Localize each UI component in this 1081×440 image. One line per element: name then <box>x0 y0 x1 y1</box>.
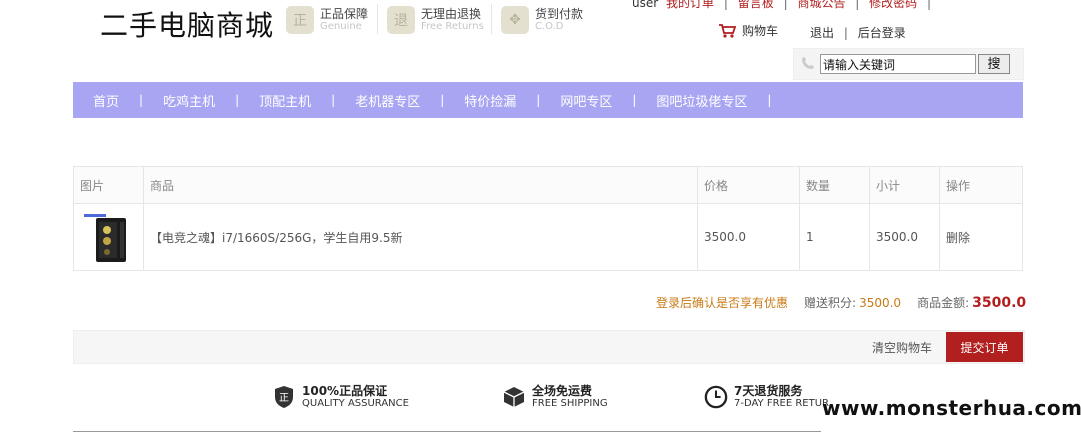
main-nav: 首页 | 吃鸡主机 | 顶配主机 | 老机器专区 | 特价捡漏 | 网吧专区 |… <box>73 82 1023 118</box>
column-header-subtotal: 小计 <box>869 166 940 204</box>
nav-item-bargains[interactable]: 特价捡漏 <box>444 91 536 110</box>
nav-item-home[interactable]: 首页 <box>73 91 139 110</box>
submit-order-button[interactable]: 提交订单 <box>946 332 1023 362</box>
separator: | <box>783 0 788 10</box>
feature-subtitle: FREE SHIPPING <box>532 398 608 409</box>
separator: | <box>843 26 848 40</box>
announcement-link[interactable]: 商城公告 <box>797 0 845 10</box>
top-links: user 我的订单 | 留言板 | 商城公告 | 修改密码 | <box>632 0 937 11</box>
badge-title: 无理由退换 <box>421 7 482 21</box>
feature-title: 100%正品保证 <box>302 384 388 398</box>
change-password-link[interactable]: 修改密码 <box>869 0 917 10</box>
cart-icon <box>719 23 736 38</box>
nav-item-budget[interactable]: 图吧垃圾佬专区 <box>636 91 767 110</box>
column-header-price: 价格 <box>697 166 800 204</box>
badge-subtitle: C.O.D <box>535 21 564 32</box>
feature-returns: 7天退货服务 7-DAY FREE RETUR <box>704 384 829 410</box>
clear-cart-button[interactable]: 清空购物车 <box>872 339 932 356</box>
username: user <box>632 0 659 10</box>
footer-divider <box>73 431 821 432</box>
logout-link[interactable]: 退出 <box>810 26 834 40</box>
login-discount-hint[interactable]: 登录后确认是否享有优惠 <box>656 294 788 311</box>
product-subtotal: 3500.0 <box>869 203 940 271</box>
feature-quality: 正 100%正品保证 QUALITY ASSURANCE <box>272 384 409 410</box>
my-orders-link[interactable]: 我的订单 <box>666 0 714 10</box>
message-board-link[interactable]: 留言板 <box>738 0 774 10</box>
site-logo[interactable]: 二手电脑商城 <box>100 4 274 44</box>
returns-icon: 退 <box>387 6 415 34</box>
cod-icon: ✥ <box>501 6 529 34</box>
nav-item-gaming-pc[interactable]: 吃鸡主机 <box>143 91 235 110</box>
clock-icon <box>704 385 728 409</box>
cart-table: 图片 商品 价格 数量 小计 操作 【电竞之魂】i7/1660S/256G，学生… <box>73 166 1023 271</box>
points-label: 赠送积分: <box>804 296 857 310</box>
column-header-action: 操作 <box>939 166 1023 204</box>
nav-item-top-pc[interactable]: 顶配主机 <box>239 91 331 110</box>
box-icon <box>502 385 526 409</box>
feature-subtitle: QUALITY ASSURANCE <box>302 398 409 409</box>
feature-title: 全场免运费 <box>532 384 593 398</box>
column-header-product: 商品 <box>143 166 698 204</box>
total-value: 3500.0 <box>972 295 1027 311</box>
table-header-row: 图片 商品 价格 数量 小计 操作 <box>73 166 1023 204</box>
shield-icon: 正 <box>272 385 296 409</box>
nav-item-old-machines[interactable]: 老机器专区 <box>335 91 440 110</box>
table-row: 【电竞之魂】i7/1660S/256G，学生自用9.5新 3500.0 1 35… <box>73 203 1023 271</box>
product-image[interactable] <box>80 210 134 264</box>
order-summary: 登录后确认是否享有优惠 赠送积分: 3500.0 商品金额: 3500.0 <box>656 294 1026 311</box>
product-price: 3500.0 <box>697 203 800 271</box>
nav-item-netcafe[interactable]: 网吧专区 <box>540 91 632 110</box>
column-header-image: 图片 <box>73 166 144 204</box>
feature-shipping: 全场免运费 FREE SHIPPING <box>502 384 608 410</box>
badge-subtitle: Free Returns <box>421 21 484 32</box>
points-value: 3500.0 <box>859 296 902 310</box>
phone-icon <box>802 57 814 69</box>
badge-genuine: 正 正品保障 Genuine <box>286 2 368 38</box>
separator: | <box>855 0 860 10</box>
badge-title: 正品保障 <box>320 7 369 21</box>
badge-cod: ✥ 货到付款 C.O.D <box>501 2 583 38</box>
badge-title: 货到付款 <box>535 7 584 21</box>
separator: | <box>767 93 772 107</box>
genuine-icon: 正 <box>286 6 314 34</box>
feature-title: 7天退货服务 <box>734 384 803 398</box>
badge-subtitle: Genuine <box>320 21 362 32</box>
badge-returns: 退 无理由退换 Free Returns <box>387 2 484 38</box>
watermark-text: www.monsterhua.com <box>822 396 1081 420</box>
account-links: 退出 | 后台登录 <box>810 24 906 41</box>
separator: | <box>723 0 728 10</box>
product-quantity: 1 <box>799 203 870 271</box>
feature-subtitle: 7-DAY FREE RETUR <box>734 398 830 409</box>
svg-text:正: 正 <box>279 393 289 404</box>
cart-link[interactable]: 购物车 <box>718 22 778 39</box>
delete-link[interactable]: 删除 <box>939 203 1023 271</box>
product-image-cell <box>73 203 144 271</box>
search-button[interactable]: 搜 <box>978 54 1010 74</box>
admin-login-link[interactable]: 后台登录 <box>858 26 906 40</box>
separator: | <box>927 0 932 10</box>
product-name[interactable]: 【电竞之魂】i7/1660S/256G，学生自用9.5新 <box>143 203 698 271</box>
divider <box>377 4 378 34</box>
pc-case-icon <box>84 214 126 262</box>
column-header-quantity: 数量 <box>799 166 870 204</box>
divider <box>491 4 492 34</box>
total-label: 商品金额: <box>917 296 970 310</box>
cart-label: 购物车 <box>742 24 779 38</box>
search-input[interactable] <box>820 54 976 74</box>
